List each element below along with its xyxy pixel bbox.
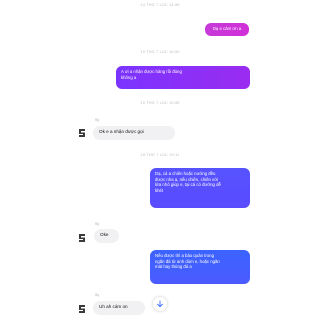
avatar-icon — [76, 232, 88, 244]
sender-name: Sy — [95, 222, 100, 226]
message-text: Dạ e cảm ơn a — [212, 26, 242, 31]
outgoing-message[interactable]: Dạ, cá a chiên hoặc nướng đều được nha a… — [150, 168, 250, 208]
scroll-to-bottom-button[interactable] — [153, 297, 167, 311]
message-text: Uh ah cám on — [99, 304, 128, 309]
timestamp: 15 THG 7 LÚC 16:50 — [140, 50, 180, 54]
avatar-icon — [76, 303, 88, 315]
incoming-message[interactable]: Uh ah cám on — [93, 301, 145, 315]
incoming-message[interactable]: Ok e a nhận được gọi — [93, 126, 175, 140]
message-text: Oke — [100, 232, 109, 237]
avatar[interactable] — [76, 232, 88, 244]
outgoing-message[interactable]: A ơi a nhận được hàng rồi đúng không a — [116, 66, 250, 89]
message-text: không a — [121, 74, 137, 80]
avatar-icon — [76, 127, 88, 139]
outgoing-message[interactable]: Dạ e cảm ơn a — [205, 23, 249, 36]
sender-name: Sy — [95, 118, 100, 122]
outgoing-message[interactable]: Nếu được thì a bảo quản trong ngăn đá từ… — [150, 250, 250, 284]
sender-name: Sy — [95, 293, 100, 297]
timestamp: 15 THG 7 LÚC 16:55 — [140, 101, 180, 105]
incoming-message[interactable]: Oke — [94, 229, 119, 243]
arrow-down-icon — [157, 300, 163, 308]
avatar[interactable] — [76, 303, 88, 315]
message-text: mát hay thùng đá a — [155, 264, 192, 270]
avatar[interactable] — [76, 127, 88, 139]
message-text: Ok e a nhận được gọi — [99, 129, 144, 134]
timestamp: 14 THG 7 LÚC 14:55 — [140, 3, 180, 7]
timestamp: 15 THG 7 LÚC 19:11 — [140, 153, 180, 157]
message-text: khét — [155, 187, 164, 193]
